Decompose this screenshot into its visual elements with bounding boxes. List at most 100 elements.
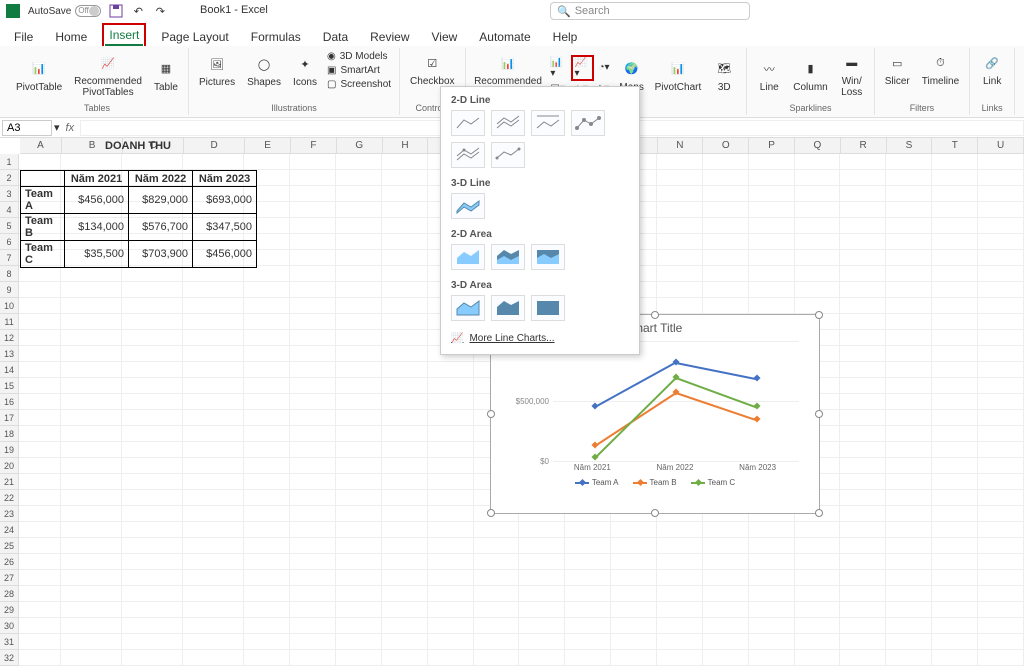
cell[interactable] (932, 426, 978, 442)
area-stacked-icon[interactable] (491, 244, 525, 270)
cell[interactable] (611, 586, 657, 602)
cell[interactable] (382, 618, 428, 634)
cell[interactable] (932, 298, 978, 314)
cell[interactable] (978, 538, 1024, 554)
cell[interactable] (183, 634, 244, 650)
row-header[interactable]: 19 (0, 442, 19, 458)
cell[interactable] (122, 458, 183, 474)
cell[interactable] (932, 554, 978, 570)
tab-insert[interactable]: Insert (105, 26, 143, 46)
cell[interactable] (657, 266, 703, 282)
cell[interactable] (290, 410, 336, 426)
screenshot-button[interactable]: ▢ Screenshot (325, 78, 393, 91)
cell[interactable] (19, 266, 61, 282)
cell[interactable] (290, 442, 336, 458)
cell[interactable] (840, 170, 886, 186)
cell[interactable] (657, 154, 703, 170)
cell[interactable] (336, 522, 382, 538)
cell[interactable] (840, 586, 886, 602)
cell[interactable] (19, 618, 61, 634)
cell[interactable] (749, 154, 795, 170)
cell[interactable] (840, 602, 886, 618)
cell[interactable] (795, 218, 841, 234)
cell[interactable] (290, 426, 336, 442)
cell[interactable] (978, 394, 1024, 410)
cell[interactable] (703, 586, 749, 602)
tab-home[interactable]: Home (51, 28, 91, 46)
cell[interactable] (382, 634, 428, 650)
cell[interactable] (932, 474, 978, 490)
cell[interactable] (19, 586, 61, 602)
row-header[interactable]: 15 (0, 378, 19, 394)
cell[interactable] (703, 522, 749, 538)
row-header[interactable]: 7 (0, 250, 19, 266)
cell[interactable] (978, 234, 1024, 250)
cell[interactable] (795, 154, 841, 170)
cell[interactable] (382, 234, 428, 250)
cell[interactable] (932, 170, 978, 186)
cell[interactable] (290, 154, 336, 170)
cell[interactable] (474, 570, 520, 586)
cell[interactable] (840, 362, 886, 378)
column-header[interactable]: T (932, 138, 978, 154)
cell[interactable] (795, 522, 841, 538)
3d-models-button[interactable]: ◉ 3D Models (325, 50, 393, 63)
cell[interactable] (61, 298, 122, 314)
cell[interactable] (428, 410, 474, 426)
cell[interactable] (336, 378, 382, 394)
cell[interactable] (19, 490, 61, 506)
column-header[interactable]: N (658, 138, 704, 154)
cell[interactable] (932, 458, 978, 474)
cell[interactable] (840, 250, 886, 266)
cell[interactable] (61, 586, 122, 602)
row-header[interactable]: 26 (0, 554, 19, 570)
cell[interactable] (290, 378, 336, 394)
cell[interactable] (336, 266, 382, 282)
cell[interactable] (61, 362, 122, 378)
recommended-pivottables-button[interactable]: 📈Recommended PivotTables (70, 50, 146, 100)
cell[interactable] (519, 586, 565, 602)
cell[interactable] (122, 522, 183, 538)
cell[interactable] (932, 218, 978, 234)
column-header[interactable]: P (749, 138, 795, 154)
cell[interactable] (122, 394, 183, 410)
cell[interactable] (61, 602, 122, 618)
cell[interactable] (978, 570, 1024, 586)
cell[interactable] (978, 426, 1024, 442)
resize-handle[interactable] (651, 509, 659, 517)
cell[interactable] (932, 410, 978, 426)
row-header[interactable]: 6 (0, 234, 19, 250)
cell[interactable] (886, 314, 932, 330)
cell[interactable] (840, 634, 886, 650)
cell[interactable] (244, 602, 290, 618)
cell[interactable] (749, 618, 795, 634)
cell[interactable] (611, 538, 657, 554)
cell[interactable] (244, 474, 290, 490)
cell[interactable] (19, 650, 61, 666)
row-header[interactable]: 4 (0, 202, 19, 218)
cell[interactable] (886, 522, 932, 538)
cell[interactable] (336, 250, 382, 266)
column-header[interactable]: Q (795, 138, 841, 154)
cell[interactable] (795, 618, 841, 634)
cell[interactable] (19, 330, 61, 346)
cell[interactable] (840, 490, 886, 506)
cell[interactable] (703, 618, 749, 634)
cell[interactable] (978, 506, 1024, 522)
cell[interactable] (840, 186, 886, 202)
cell[interactable] (244, 394, 290, 410)
cell[interactable] (657, 554, 703, 570)
cell[interactable] (122, 314, 183, 330)
line-100-markers-icon[interactable] (491, 142, 525, 168)
cell[interactable] (840, 314, 886, 330)
cell[interactable] (886, 330, 932, 346)
row-header[interactable]: 10 (0, 298, 19, 314)
cell[interactable] (336, 634, 382, 650)
chart-plot-area[interactable]: $1,000,000 $500,000 $0 (511, 341, 799, 461)
cell[interactable] (565, 538, 611, 554)
sparkline-winloss-button[interactable]: ▬Win/ Loss (836, 50, 868, 100)
cell[interactable] (382, 458, 428, 474)
row-header[interactable]: 31 (0, 634, 19, 650)
cell[interactable] (428, 602, 474, 618)
timeline-button[interactable]: ⏱Timeline (918, 50, 963, 89)
